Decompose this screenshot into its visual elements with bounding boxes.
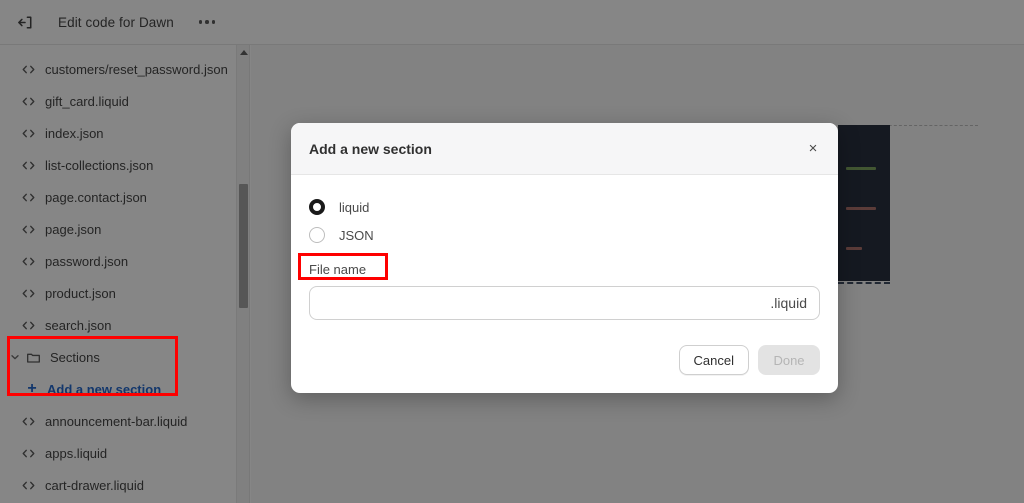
radio-option-liquid[interactable]: liquid	[309, 193, 820, 221]
modal-overlay-top	[0, 0, 1024, 45]
done-button: Done	[758, 345, 820, 375]
modal-header: Add a new section ×	[291, 123, 838, 175]
app-window: Edit code for Dawn customers/reset_passw…	[0, 0, 1024, 503]
radio-option-json-label: JSON	[339, 227, 374, 243]
modal-title: Add a new section	[309, 140, 432, 157]
modal-footer: Cancel Done	[291, 345, 838, 393]
radio-option-json[interactable]: JSON	[309, 221, 820, 249]
file-extension-suffix: .liquid	[770, 295, 807, 311]
file-name-label: File name	[309, 262, 367, 277]
radio-option-liquid-label: liquid	[339, 199, 370, 215]
radio-unselected-icon[interactable]	[309, 227, 325, 243]
cancel-button[interactable]: Cancel	[678, 345, 749, 375]
modal-body: liquid JSON File name .liquid	[291, 175, 838, 320]
file-name-input[interactable]	[322, 295, 769, 311]
add-new-section-modal: Add a new section × liquid JSON File nam…	[291, 123, 838, 393]
file-name-input-wrapper[interactable]: .liquid	[309, 286, 820, 320]
close-icon[interactable]: ×	[800, 136, 826, 162]
radio-selected-icon[interactable]	[309, 199, 325, 215]
